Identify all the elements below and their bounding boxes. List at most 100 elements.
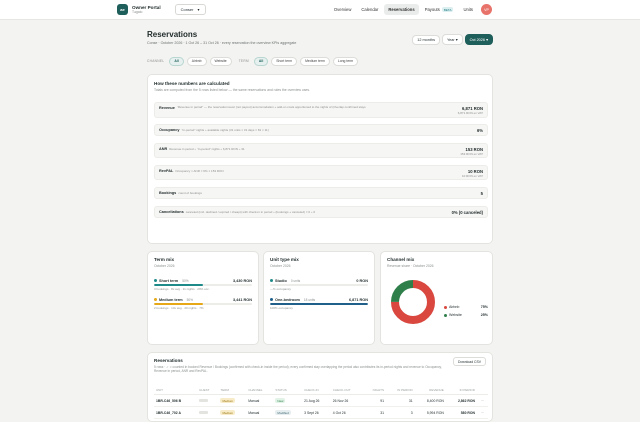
term-mix-subtitle: October 2026 [154,264,175,268]
calc-label: ANR [159,147,168,151]
col-status[interactable]: STATUS [273,386,303,395]
cell-revenue: 5,994 RON [414,406,446,419]
calc-row-bookings: Bookings count of bookings 5 [154,187,488,199]
col-in-period-revenue[interactable]: IN PERIOD [445,386,477,395]
reservations-title: Reservations [154,358,183,363]
unit-value: 6,871 RON [349,297,368,302]
chevron-down-icon: ▾ [197,7,200,12]
col-check-in[interactable]: CHECK-IN [302,386,331,395]
nav-payouts[interactable]: Payouts BETA [421,4,458,15]
reservations-table: UNIT GUEST TERM CHANNEL STATUS CHECK-IN … [154,386,488,419]
period-year-button[interactable]: Year ▾ [441,34,463,45]
col-actions [476,386,488,395]
unit-bar [270,303,368,305]
nav-label: Calendar [361,7,379,12]
col-term[interactable]: TERM [218,386,247,395]
period-12-months-button[interactable]: 12 months [412,34,440,45]
term-pct: 50% [182,278,189,283]
col-nights[interactable]: NIGHTS [363,386,386,395]
channel-chip-website[interactable]: Website [209,56,232,66]
user-avatar[interactable]: VP [481,4,492,15]
channel-chip-airbnb[interactable]: Airbnb [186,56,207,66]
term-item-short: Short term 50% 3,430 RON 3 bookings · 8x a… [154,278,252,291]
unit-mix-title: Unit type mix [270,257,299,262]
col-unit[interactable]: UNIT [154,386,198,395]
cell-check-in: 21 Aug 26 [302,394,331,407]
term-chip-short[interactable]: Short term [271,56,298,66]
calc-title: How these numbers are calculated [154,81,230,86]
legend-item-website: Website 25% [444,311,488,319]
calc-row-cancellations: Cancellations canceled (incl. declined / … [154,206,488,218]
period-selector: 12 months Year ▾ Oct 2026 ▾ [412,34,493,45]
term-chip-medium[interactable]: Medium term [300,56,330,66]
cell-guest [197,394,219,407]
legend-value: 25% [480,313,488,317]
nav-reservations[interactable]: Reservations [384,4,419,15]
col-check-out[interactable]: CHECK-OUT [330,386,364,395]
cell-in-period-revenue: 580 RON [445,406,477,419]
term-bar-fill [154,303,203,305]
calc-formula: “Revenue in period” — the reservation-le… [176,105,366,109]
channel-mix-title: Channel mix [387,257,415,262]
cell-in-period-nights: 3 [385,406,415,419]
channel-filter-label: CHANNEL [147,59,165,63]
period-label: Year [446,38,455,42]
unit-mix-card: Unit type mix October 2026 Studio 0 units… [263,251,375,345]
filter-bar: CHANNEL All Airbnb Website TERM All Shor… [147,56,493,66]
term-chip-all[interactable]: All [253,56,269,66]
channel-chip-all[interactable]: All [169,56,184,66]
property-select[interactable]: Conser ▾ [174,4,206,15]
cell-nights: 91 [363,394,386,407]
unit-name: Studio [275,278,287,283]
unit-bar-fill [270,303,368,305]
cell-unit: 1BR-C46_702 A [154,406,198,419]
more-icon[interactable]: ⋯ [476,406,488,419]
dot-icon [154,279,157,282]
cell-revenue: 8,400 RON [414,394,446,407]
brand-logo[interactable]: ae [117,4,128,15]
term-chip-long[interactable]: Long term [332,56,359,66]
term-value: 3,430 RON [233,278,252,283]
col-revenue[interactable]: REVENUE [414,386,446,395]
table-row[interactable]: 1BR-C46_506 B Medium Manual New 21 Aug 2… [154,394,488,407]
nav-units[interactable]: Units [459,4,477,15]
chevron-down-icon: ▾ [455,38,458,42]
nav-calendar[interactable]: Calendar [357,4,382,15]
term-tag: Medium [220,398,236,403]
chevron-down-icon: ▾ [486,38,488,42]
cell-status: Modified [273,406,303,419]
calc-value: 0% (0 canceled) [451,210,483,215]
term-mix-card: Term mix October 2026 Short term 50% 3,430… [147,251,259,345]
channel-legend: Airbnb 75% Website 25% [444,303,488,319]
cell-status: New [273,394,303,407]
legend-value: 75% [480,305,488,309]
avatar-initials: VP [484,7,489,12]
nav-label: Payouts [424,7,440,12]
table-row[interactable]: 1BR-C46_702 A Medium Manual Modified 3 S… [154,406,488,419]
dot-icon [444,305,447,309]
col-in-period-nights[interactable]: IN PERIOD [385,386,415,395]
term-name: Medium term [159,297,183,302]
calc-value: 5 [480,191,483,196]
term-value: 3,441 RON [233,297,252,302]
calc-subtitle: Totals are computed from the 5 rows list… [154,88,311,92]
channel-mix-card: Channel mix Revenue share · October 2026… [380,251,493,345]
col-channel[interactable]: CHANNEL [246,386,274,395]
nav-label: Overview [333,7,352,12]
calc-detail: 153 RON ex VAT [460,152,483,156]
calc-row-revpal: RevPAL Occupancy × ANR = 6% × 153 RON 10 … [154,165,488,180]
status-badge: Modified [275,410,291,415]
nav-label: Units [463,7,473,12]
cell-channel: Manual [246,406,274,419]
cell-check-in: 3 Sept 26 [302,406,331,419]
term-tag: Medium [220,410,236,415]
term-name: Short term [159,278,179,283]
period-month-button[interactable]: Oct 2026 ▾ [464,34,493,45]
cell-in-period-nights: 31 [385,394,415,407]
download-csv-button[interactable]: Download CSV [453,357,486,366]
calc-formula: count of bookings [178,191,202,195]
legend-label: Airbnb [449,305,460,309]
col-guest[interactable]: GUEST [197,386,219,395]
nav-overview[interactable]: Overview [330,4,355,15]
more-icon[interactable]: ⋯ [476,394,488,407]
